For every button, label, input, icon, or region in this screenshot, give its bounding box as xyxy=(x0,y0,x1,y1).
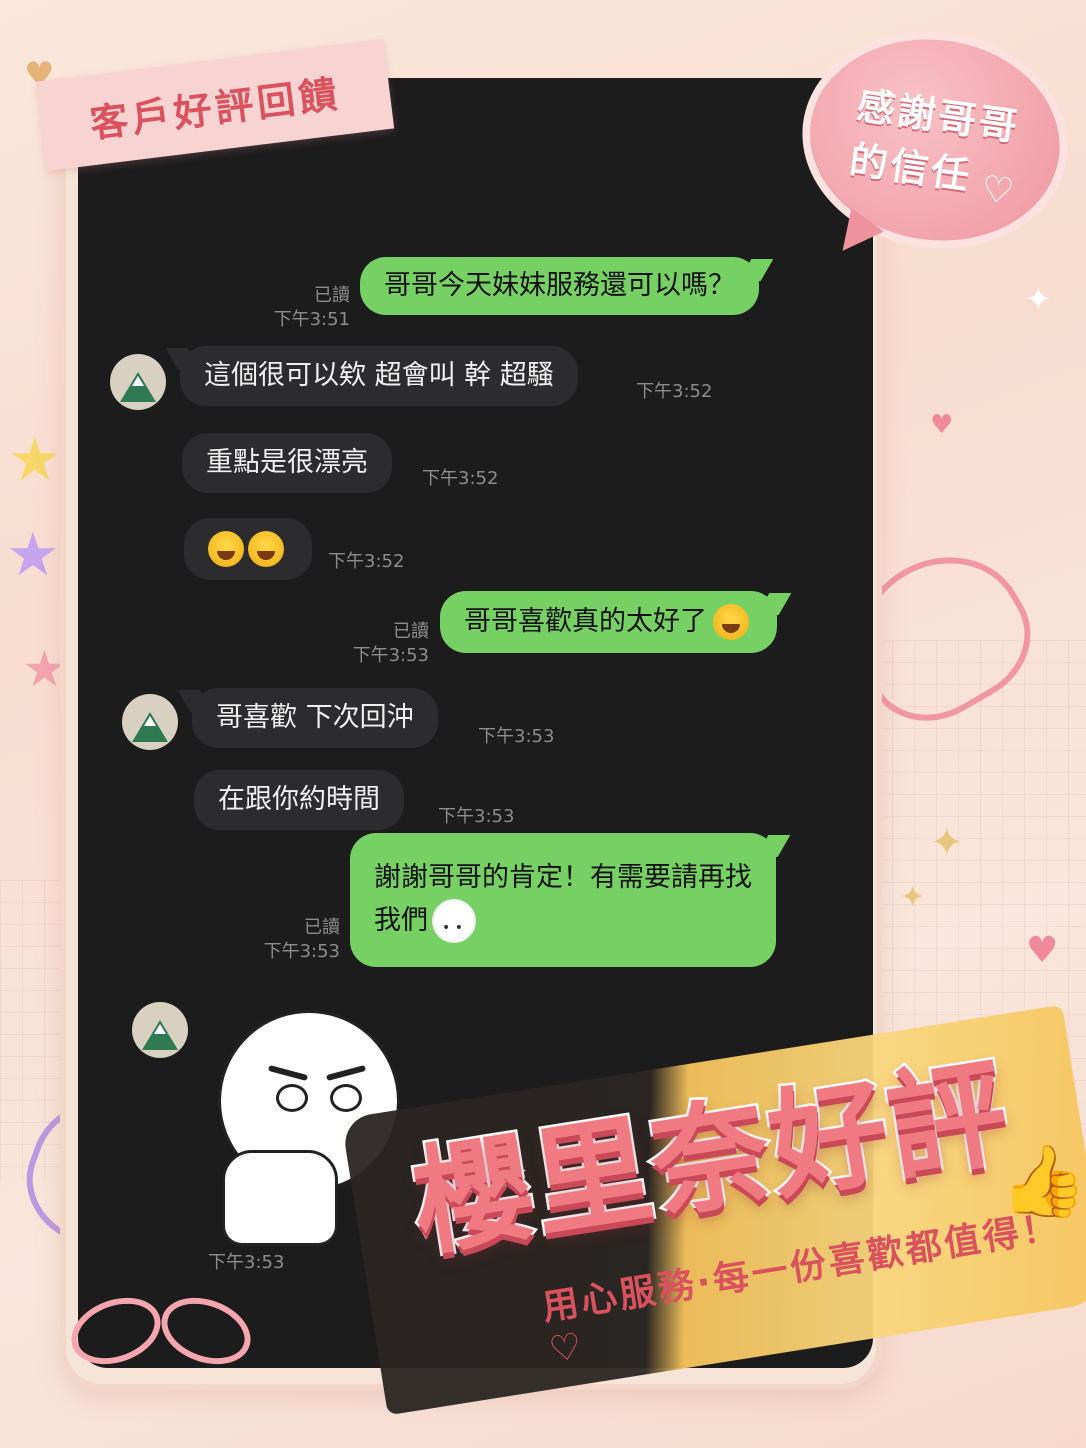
sparkle-icon: ✦ xyxy=(900,880,926,915)
message-bubble-outgoing[interactable]: 謝謝哥哥的肯定！有需要請再找 我們 xyxy=(350,833,776,967)
ribbon-bow-icon xyxy=(60,1280,260,1400)
message-bubble-incoming[interactable]: 哥喜歡 下次回沖 xyxy=(192,688,438,748)
message-bubble-incoming[interactable] xyxy=(184,518,312,580)
message-bubble-incoming[interactable]: 這個很可以欸 超會叫 幹 超騷 xyxy=(180,346,578,406)
message-time: 下午3:53 xyxy=(208,1252,285,1273)
message-text: 這個很可以欸 超會叫 幹 超騷 xyxy=(204,360,554,391)
message-text: 哥哥喜歡真的太好了 xyxy=(464,606,707,637)
message-text: 我們 xyxy=(374,905,428,936)
cute-face-icon xyxy=(432,899,476,949)
sticker-thumb-hand xyxy=(222,1150,338,1246)
message-time: 下午3:52 xyxy=(422,468,499,489)
sparkle-icon: ✦ xyxy=(1025,280,1052,318)
message-time: 下午3:52 xyxy=(328,551,405,572)
message-time: 下午3:53 xyxy=(438,806,515,827)
message-time: 下午3:52 xyxy=(636,381,713,402)
heart-icon: ♥ xyxy=(1026,930,1059,971)
read-status: 已讀 下午3:51 xyxy=(273,285,350,330)
message-time: 下午3:53 xyxy=(478,726,555,747)
read-status: 已讀 下午3:53 xyxy=(352,621,429,666)
message-bubble-incoming[interactable]: 在跟你約時間 xyxy=(194,770,404,830)
heart-icon: ♥ xyxy=(930,410,954,440)
message-bubble-outgoing[interactable]: 哥哥今天妹妹服務還可以嗎？ xyxy=(360,257,759,315)
read-status: 已讀 下午3:53 xyxy=(263,917,340,962)
avatar[interactable] xyxy=(122,694,178,750)
star-icon-yellow: ★ xyxy=(8,425,62,495)
sticker-eye xyxy=(276,1084,308,1112)
message-text: 謝謝哥哥的肯定！有需要請再找 xyxy=(374,862,752,893)
star-icon-purple: ★ xyxy=(6,520,60,590)
message-bubble-incoming[interactable]: 重點是很漂亮 xyxy=(182,433,392,493)
heart-icon: ♡ xyxy=(978,168,1017,214)
message-text: 重點是很漂亮 xyxy=(206,447,368,478)
avatar[interactable] xyxy=(110,354,166,410)
face-with-tears-of-joy-icon xyxy=(248,531,284,567)
message-text: 在跟你約時間 xyxy=(218,784,380,815)
header-title: 客戶好評回饋 xyxy=(87,71,344,146)
face-with-tears-of-joy-icon xyxy=(208,531,244,567)
avatar[interactable] xyxy=(132,1002,188,1058)
sparkle-icon: ✦ xyxy=(930,820,964,866)
pleading-face-icon xyxy=(713,604,749,640)
message-bubble-outgoing[interactable]: 哥哥喜歡真的太好了 xyxy=(440,591,777,653)
sticker-eye xyxy=(330,1084,362,1112)
message-text: 哥喜歡 下次回沖 xyxy=(216,702,414,733)
thumbs-up-icon: 👍 xyxy=(1000,1140,1086,1222)
message-text: 哥哥今天妹妹服務還可以嗎？ xyxy=(384,270,735,301)
